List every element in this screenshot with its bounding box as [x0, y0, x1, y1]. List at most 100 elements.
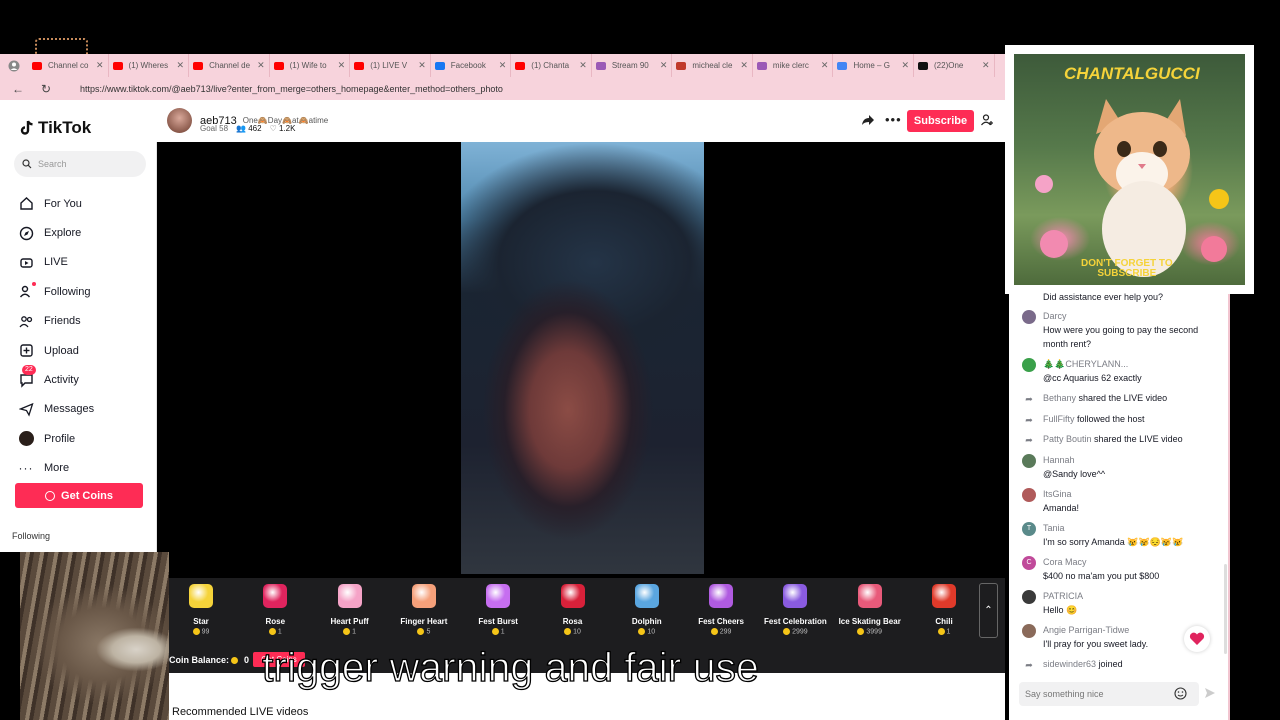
- follow-user-icon[interactable]: [980, 113, 994, 132]
- more-options-icon[interactable]: •••: [885, 112, 902, 127]
- chat-scrollbar[interactable]: [1224, 564, 1227, 654]
- tab-close-icon[interactable]: ✕: [579, 60, 587, 71]
- browser-tab[interactable]: (1) Wife to ✕: [270, 54, 351, 77]
- search-input[interactable]: Search: [14, 151, 146, 177]
- gift-star[interactable]: Star 99: [164, 584, 238, 635]
- browser-tab[interactable]: Facebook ✕: [431, 54, 512, 77]
- gift-finger-heart[interactable]: Finger Heart 5: [387, 584, 461, 635]
- sidebar-item-more[interactable]: ··· More: [18, 454, 94, 483]
- chat-username[interactable]: 🎄🎄CHERYLANN...: [1043, 357, 1222, 371]
- chat-input[interactable]: Say something nice: [1019, 682, 1199, 706]
- gift-expand-button[interactable]: ⌃: [979, 583, 998, 638]
- sidebar-item-profile[interactable]: Profile: [18, 424, 94, 453]
- share-icon[interactable]: [861, 113, 875, 131]
- avatar[interactable]: T: [1022, 521, 1036, 536]
- browser-tab[interactable]: (22)One ✕: [914, 54, 995, 77]
- coin-icon: [268, 628, 276, 635]
- send-icon[interactable]: [1204, 686, 1216, 704]
- sidebar-item-friends[interactable]: Friends: [18, 307, 94, 336]
- chat-username[interactable]: FullFifty: [1043, 414, 1075, 424]
- tab-close-icon[interactable]: ✕: [660, 60, 668, 71]
- activity-icon: 22: [18, 365, 36, 388]
- tab-close-icon[interactable]: ✕: [96, 60, 104, 71]
- browser-tab-bar: Channel co ✕ (1) Wheres ✕ Channel de ✕ (1) Wif…: [0, 54, 1005, 77]
- tab-close-icon[interactable]: ✕: [338, 60, 346, 71]
- gift-chili[interactable]: Chili 1: [907, 584, 981, 635]
- chat-system-message: ➦ Bethany shared the LIVE video: [1022, 391, 1222, 405]
- avatar[interactable]: [1022, 487, 1036, 502]
- tab-close-icon[interactable]: ✕: [740, 60, 748, 71]
- tab-close-icon[interactable]: ✕: [821, 60, 829, 71]
- avatar[interactable]: [1022, 589, 1036, 604]
- host-avatar[interactable]: [167, 108, 192, 133]
- live-video[interactable]: [461, 142, 704, 574]
- profile-icon[interactable]: [0, 54, 28, 77]
- avatar[interactable]: [1022, 623, 1036, 638]
- tab-close-icon[interactable]: ✕: [257, 60, 265, 71]
- like-heart-button[interactable]: [1184, 626, 1210, 652]
- avatar[interactable]: [1022, 453, 1036, 468]
- chat-username[interactable]: ItsGina: [1043, 487, 1222, 501]
- sidebar-item-upload[interactable]: Upload: [18, 336, 94, 365]
- browser-tab[interactable]: Channel de ✕: [189, 54, 270, 77]
- gift-fest-burst[interactable]: Fest Burst 1: [461, 584, 535, 635]
- browser-tab[interactable]: (1) Wheres ✕: [109, 54, 190, 77]
- gift-ice-skating-bear[interactable]: Ice Skating Bear 3999: [833, 584, 907, 635]
- tab-close-icon[interactable]: ✕: [499, 60, 507, 71]
- tab-close-icon[interactable]: ✕: [177, 60, 185, 71]
- gift-price: 3999: [833, 628, 907, 635]
- live-stream-player[interactable]: [157, 142, 1005, 578]
- gift-fest-cheers[interactable]: Fest Cheers 299: [684, 584, 758, 635]
- back-icon[interactable]: ←: [8, 82, 28, 96]
- chat-username[interactable]: PATRICIA: [1043, 589, 1222, 603]
- chat-username[interactable]: sidewinder63: [1043, 659, 1096, 669]
- browser-tab[interactable]: (1) Chanta ✕: [511, 54, 592, 77]
- browser-tab[interactable]: (1) LIVE V ✕: [350, 54, 431, 77]
- get-coins-button[interactable]: Get Coins: [15, 483, 143, 508]
- sidebar-item-messages[interactable]: Messages: [18, 395, 94, 424]
- browser-tab[interactable]: Channel co ✕: [28, 54, 109, 77]
- avatar[interactable]: [1022, 358, 1036, 372]
- avatar[interactable]: C: [1022, 555, 1036, 570]
- chat-username[interactable]: Bethany: [1043, 393, 1076, 403]
- tab-close-icon[interactable]: ✕: [982, 60, 990, 71]
- sidebar-item-following[interactable]: Following: [18, 277, 94, 306]
- browser-tab[interactable]: micheal cle ✕: [672, 54, 753, 77]
- chat-username[interactable]: Hannah: [1043, 453, 1222, 467]
- tab-close-icon[interactable]: ✕: [418, 60, 426, 71]
- gift-rose[interactable]: Rose 1: [238, 584, 312, 635]
- tab-favicon-icon: [918, 61, 929, 70]
- tiktok-logo[interactable]: TikTok: [18, 118, 91, 138]
- chat-username[interactable]: Tania: [1043, 521, 1222, 535]
- emoji-icon[interactable]: [1174, 687, 1187, 705]
- gift-price: 99: [164, 628, 238, 635]
- url-field[interactable]: https://www.tiktok.com/@aeb713/live?ente…: [80, 84, 503, 94]
- gift-name: Heart Puff: [330, 617, 369, 626]
- sidebar-item-activity[interactable]: 22 Activity: [18, 365, 94, 394]
- browser-tab[interactable]: mike clerc ✕: [753, 54, 834, 77]
- browser-tab[interactable]: Stream 90 ✕: [592, 54, 673, 77]
- chat-message: T Tania I'm so sorry Amanda 😿😿😔😿😿: [1022, 521, 1222, 549]
- browser-tab[interactable]: Home – G ✕: [833, 54, 915, 77]
- chat-username[interactable]: Darcy: [1043, 309, 1222, 323]
- sidebar-item-explore[interactable]: Explore: [18, 218, 94, 247]
- gift-dolphin[interactable]: Dolphin 10: [610, 584, 684, 635]
- chat-username[interactable]: Cora Macy: [1043, 555, 1222, 569]
- gift-rosa[interactable]: Rosa 10: [536, 584, 610, 635]
- gift-fest-celebration[interactable]: Fest Celebration 2999: [758, 584, 832, 635]
- tab-close-icon[interactable]: ✕: [901, 60, 909, 71]
- gift-price: 1: [313, 628, 387, 635]
- gift-heart-puff[interactable]: Heart Puff 1: [313, 584, 387, 635]
- live-chat: Did assistance ever help you? Darcy How we…: [1009, 292, 1229, 720]
- tab-title: (22)One: [934, 61, 964, 70]
- subscribe-button[interactable]: Subscribe: [907, 110, 974, 132]
- gift-price: 10: [536, 628, 610, 635]
- avatar[interactable]: [1022, 310, 1036, 324]
- share-arrow-icon: ➦: [1025, 394, 1033, 404]
- gift-price: 1: [461, 628, 535, 635]
- sidebar-item-live[interactable]: LIVE: [18, 248, 94, 277]
- reload-icon[interactable]: ↻: [36, 82, 56, 96]
- chat-username[interactable]: Patty Boutin: [1043, 434, 1092, 444]
- tab-title: (1) Wheres: [128, 61, 169, 70]
- sidebar-item-for-you[interactable]: For You: [18, 189, 94, 218]
